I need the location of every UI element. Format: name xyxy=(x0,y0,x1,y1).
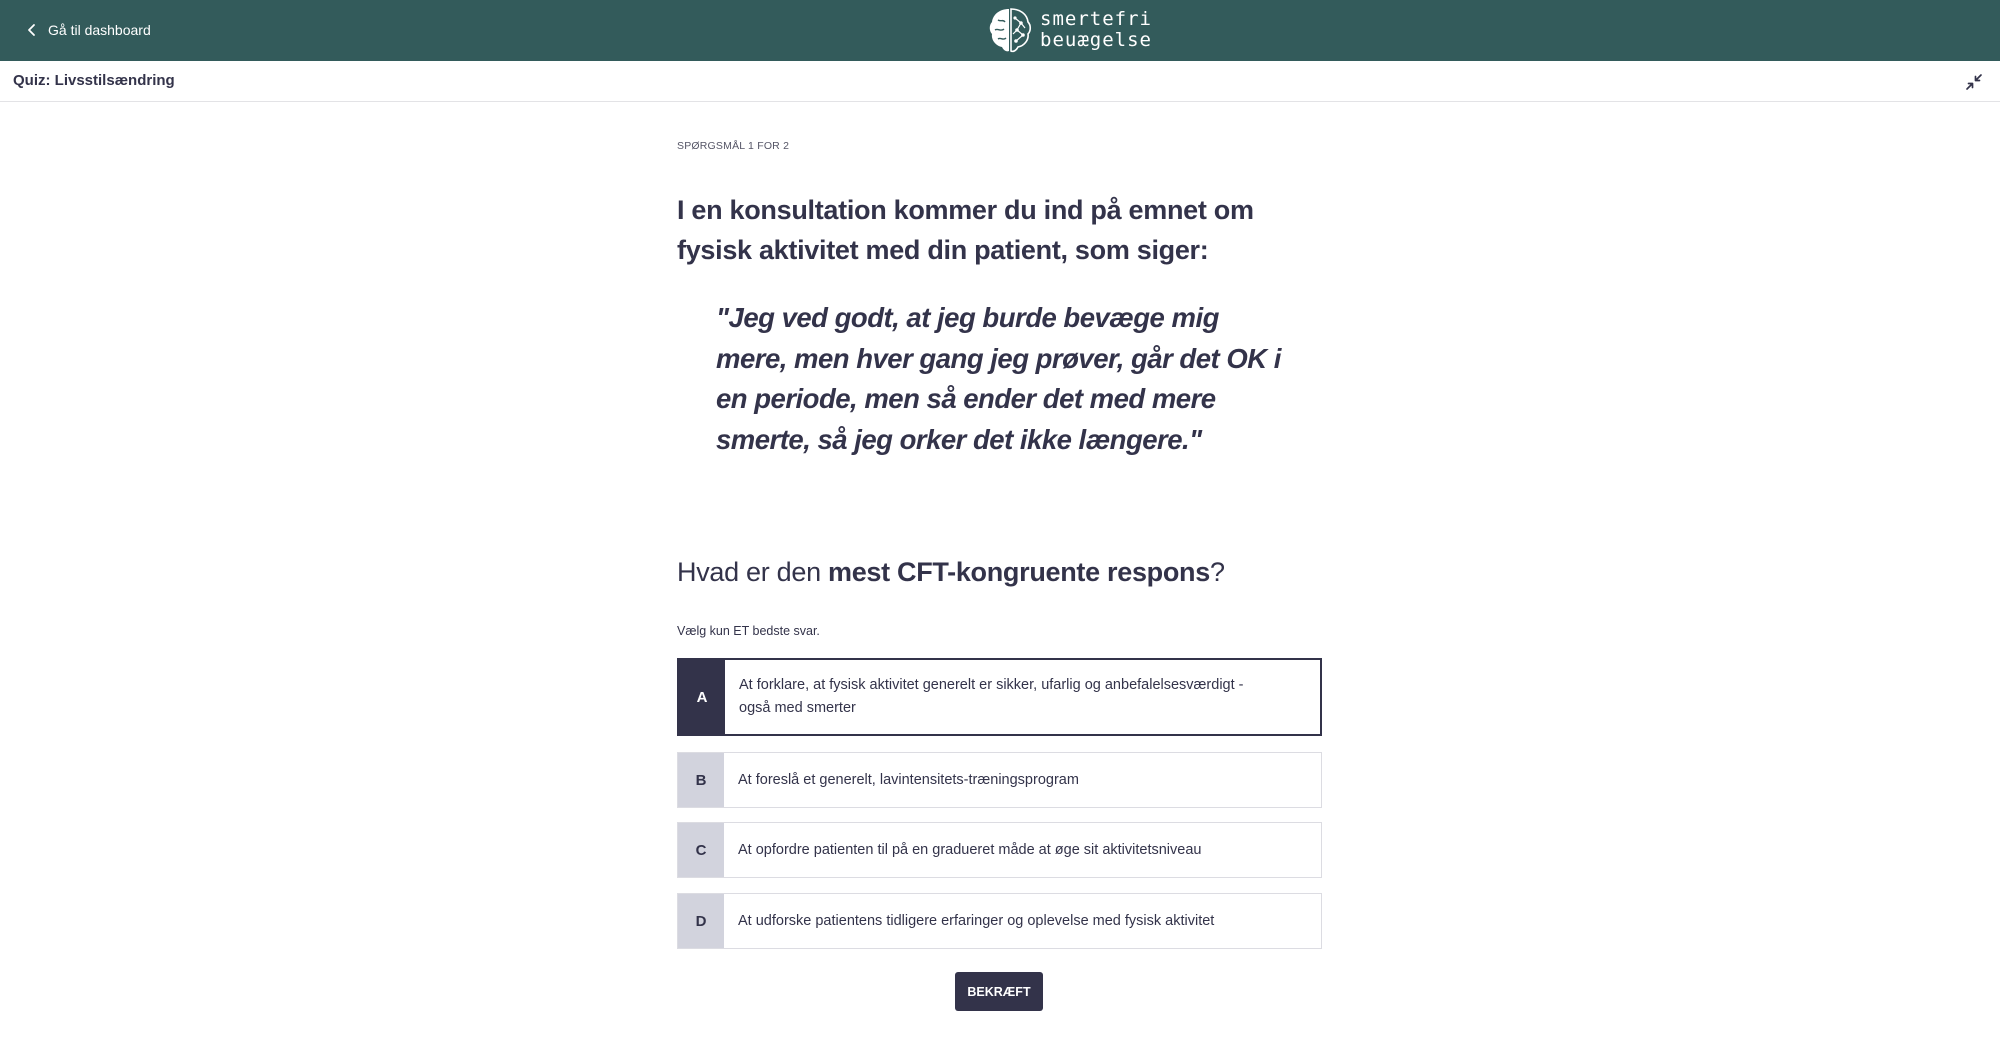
collapse-button[interactable] xyxy=(1962,70,1986,94)
question-prompt: Hvad er den mest CFT-kongruente respons? xyxy=(677,554,1225,590)
answer-option-d[interactable]: D At udforske patientens tidligere erfar… xyxy=(677,893,1322,949)
answer-option-b[interactable]: B At foreslå et generelt, lavintensitets… xyxy=(677,752,1322,808)
option-letter: A xyxy=(679,660,725,734)
option-text: At forklare, at fysisk aktivitet generel… xyxy=(739,677,1244,716)
question-text: I en konsultation kommer du ind på emnet… xyxy=(677,195,1254,265)
chevron-left-icon xyxy=(28,24,35,36)
question-progress: SPØRGSMÅL 1 FOR 2 xyxy=(677,140,790,152)
option-text: At udforske patientens tidligere erfarin… xyxy=(738,912,1215,929)
back-label: Gå til dashboard xyxy=(48,22,151,38)
logo-text: smertefri beuægelse xyxy=(1040,9,1152,51)
brain-icon xyxy=(989,8,1032,53)
option-letter: B xyxy=(678,753,724,807)
answer-option-c[interactable]: C At opfordre patienten til på en gradue… xyxy=(677,822,1322,878)
confirm-button[interactable]: BEKRÆFT xyxy=(955,972,1043,1011)
patient-quote: "Jeg ved godt, at jeg burde bevæge mig m… xyxy=(716,302,1281,455)
prompt-suffix: ? xyxy=(1209,557,1225,587)
option-letter: C xyxy=(678,823,724,877)
sub-header: Quiz: Livsstilsændring xyxy=(0,61,2000,102)
option-text: At foreslå et generelt, lavintensitets-t… xyxy=(738,771,1079,788)
option-letter: D xyxy=(678,894,724,948)
prompt-prefix: Hvad er den xyxy=(677,557,828,587)
quiz-title: Quiz: Livsstilsændring xyxy=(13,72,175,89)
logo-line-1: smertefri xyxy=(1040,8,1152,30)
back-to-dashboard-link[interactable]: Gå til dashboard xyxy=(26,18,151,42)
prompt-emphasis: mest CFT-kongruente respons xyxy=(828,557,1210,587)
answer-option-a[interactable]: A At forklare, at fysisk aktivitet gener… xyxy=(677,658,1322,736)
logo: smertefri beuægelse xyxy=(988,6,1152,54)
top-bar: Gå til dashboard smertefri beuægelse xyxy=(0,0,2000,61)
logo-line-2: beuægelse xyxy=(1040,29,1152,51)
answer-instruction: Vælg kun ET bedste svar. xyxy=(677,624,820,638)
collapse-arrows-icon xyxy=(1966,74,1982,90)
option-text: At opfordre patienten til på en graduere… xyxy=(738,841,1202,858)
